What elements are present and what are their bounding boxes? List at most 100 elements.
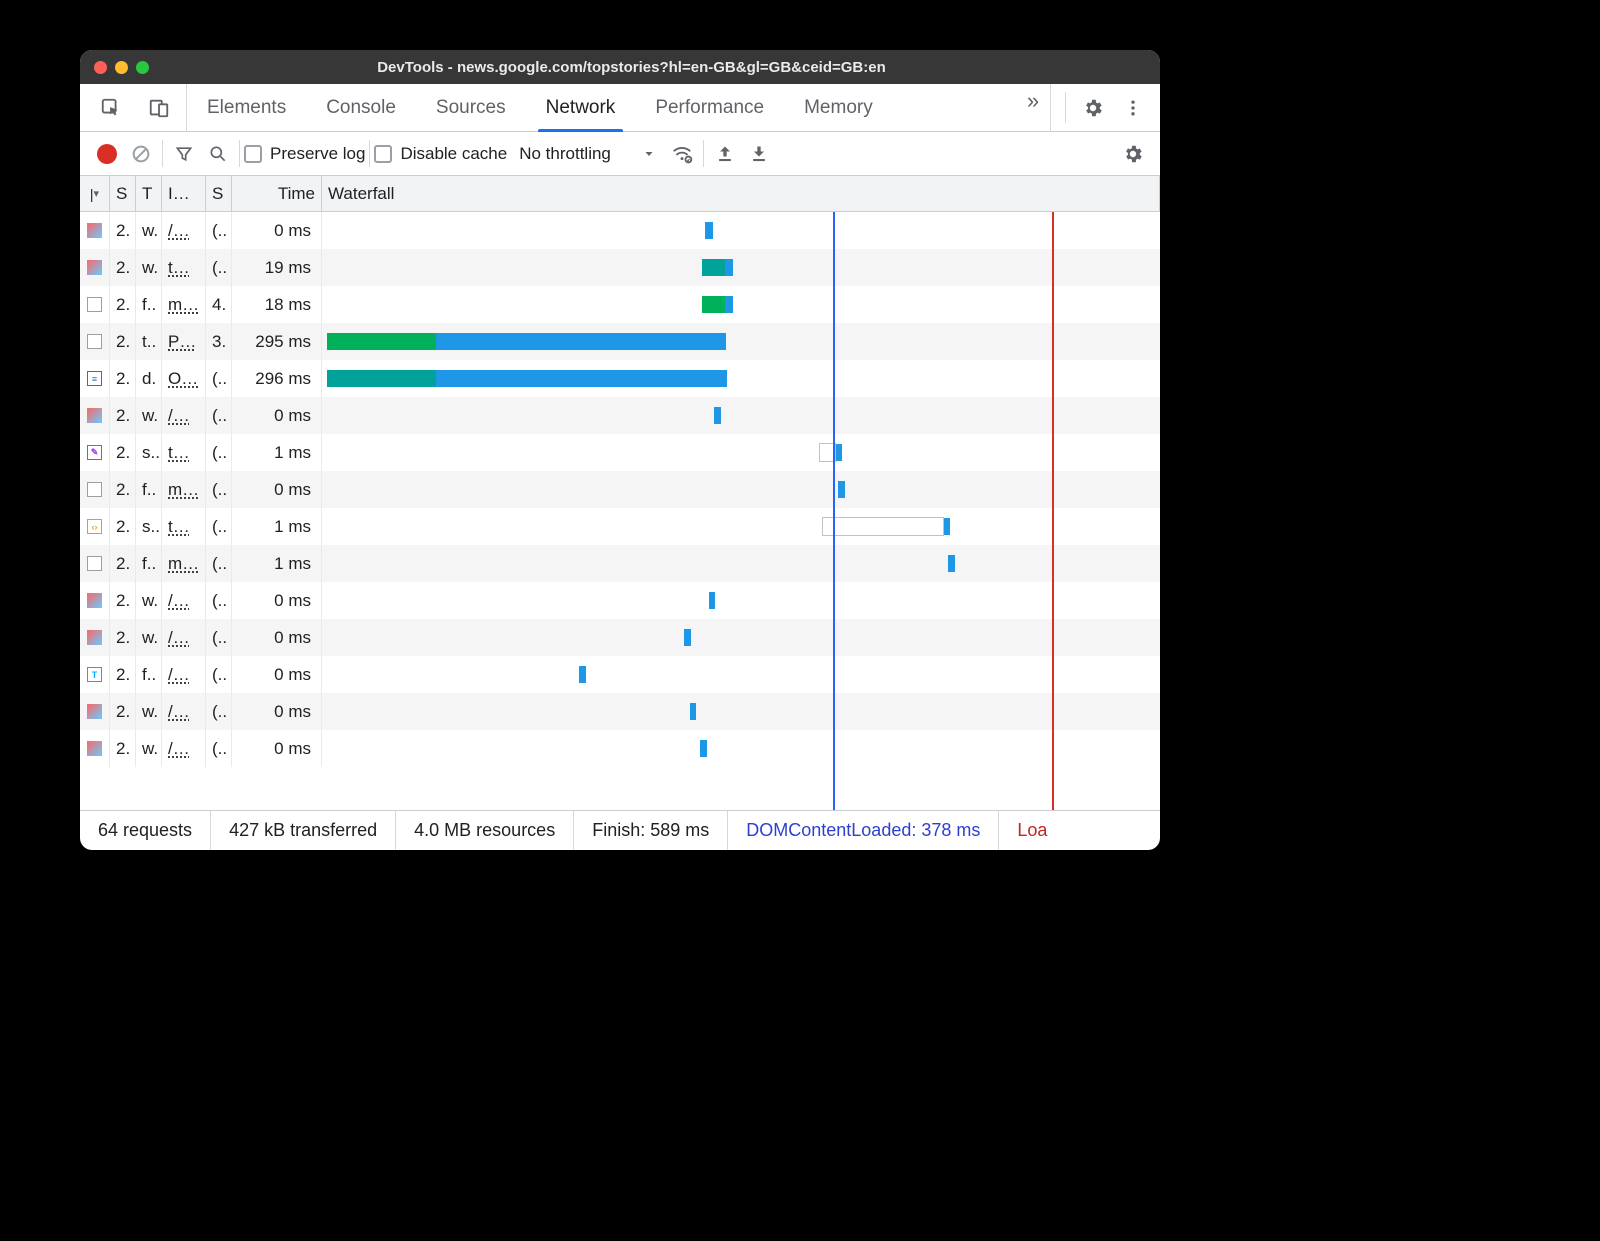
row-initiator: t… [162,508,206,545]
network-row[interactable]: 2.w./…(..0 ms [80,693,1160,730]
search-icon[interactable] [201,137,235,171]
row-icon [80,619,110,656]
more-panels-icon[interactable]: » [1016,84,1050,118]
panel-tab-network[interactable]: Network [526,84,636,131]
img-file-icon [87,260,102,275]
column-type[interactable]: T [136,176,162,211]
panel-tab-sources[interactable]: Sources [416,84,526,131]
network-row[interactable]: T2.f../…(..0 ms [80,656,1160,693]
record-button[interactable] [90,137,124,171]
row-initiator: m… [162,471,206,508]
img-file-icon [87,223,102,238]
network-grid-header: |▾ S T I… S Time Waterfall [80,176,1160,212]
network-row[interactable]: 2.w./…(..0 ms [80,619,1160,656]
preserve-log-checkbox[interactable]: Preserve log [244,144,365,164]
row-waterfall [322,656,1160,693]
column-name[interactable]: |▾ [80,176,110,211]
row-size: 4. [206,286,232,323]
row-icon [80,323,110,360]
network-conditions-icon[interactable] [665,137,699,171]
network-row[interactable]: 2.w./…(..0 ms [80,582,1160,619]
network-row[interactable]: 2.w.t…(..19 ms [80,249,1160,286]
font-file-icon: T [87,667,102,682]
network-row[interactable]: 2.w./…(..0 ms [80,212,1160,249]
network-row[interactable]: ‹›2.s..t…(..1 ms [80,508,1160,545]
row-time: 0 ms [232,619,322,656]
row-size: 3. [206,323,232,360]
img-file-icon [87,593,102,608]
filter-icon[interactable] [167,137,201,171]
toggle-device-toolbar-icon[interactable] [142,91,176,125]
disable-cache-checkbox[interactable]: Disable cache [374,144,507,164]
network-row[interactable]: 2.f..m…4.18 ms [80,286,1160,323]
img-file-icon [87,630,102,645]
column-time[interactable]: Time [232,176,322,211]
img-file-icon [87,408,102,423]
row-status: 2. [110,619,136,656]
minimize-window-button[interactable] [115,61,128,74]
row-size: (.. [206,434,232,471]
empty-file-icon [87,556,102,571]
row-type: d. [136,360,162,397]
column-waterfall[interactable]: Waterfall [322,176,1160,211]
doc-file-icon: ≡ [87,371,102,386]
clear-icon[interactable] [124,137,158,171]
close-window-button[interactable] [94,61,107,74]
row-waterfall [322,286,1160,323]
status-domcontentloaded: DOMContentLoaded: 378 ms [728,811,999,850]
row-icon [80,582,110,619]
empty-file-icon [87,334,102,349]
network-settings-icon[interactable] [1116,137,1150,171]
row-waterfall [322,693,1160,730]
network-row[interactable]: 2.t..P…3.295 ms [80,323,1160,360]
row-status: 2. [110,545,136,582]
throttling-dropdown[interactable]: No throttling [519,144,655,164]
row-status: 2. [110,656,136,693]
panel-tab-console[interactable]: Console [306,84,416,131]
status-load: Loa [999,811,1065,850]
row-type: f.. [136,545,162,582]
network-row[interactable]: 2.f..m…(..0 ms [80,471,1160,508]
window-title: DevTools - news.google.com/topstories?hl… [163,59,1160,76]
column-status[interactable]: S [110,176,136,211]
row-status: 2. [110,693,136,730]
panel-tab-performance[interactable]: Performance [635,84,784,131]
download-har-icon[interactable] [742,137,776,171]
panel-tab-elements[interactable]: Elements [187,84,306,131]
row-time: 1 ms [232,545,322,582]
row-status: 2. [110,730,136,767]
row-initiator: /… [162,693,206,730]
kebab-menu-icon[interactable] [1116,91,1150,125]
row-size: (.. [206,545,232,582]
row-size: (.. [206,212,232,249]
zoom-window-button[interactable] [136,61,149,74]
network-row[interactable]: 2.w./…(..0 ms [80,730,1160,767]
network-row[interactable]: 2.f..m…(..1 ms [80,545,1160,582]
row-waterfall [322,397,1160,434]
row-size: (.. [206,693,232,730]
column-size[interactable]: S [206,176,232,211]
row-type: s.. [136,434,162,471]
network-row[interactable]: 2.w./…(..0 ms [80,397,1160,434]
row-time: 0 ms [232,730,322,767]
column-initiator[interactable]: I… [162,176,206,211]
disable-cache-label: Disable cache [400,144,507,164]
row-time: 0 ms [232,656,322,693]
panel-tab-memory[interactable]: Memory [784,84,893,131]
network-row[interactable]: ≡2.d.O…(..296 ms [80,360,1160,397]
preserve-log-label: Preserve log [270,144,365,164]
row-type: w. [136,249,162,286]
row-icon [80,249,110,286]
network-row[interactable]: ✎2.s..t…(..1 ms [80,434,1160,471]
row-type: w. [136,582,162,619]
row-status: 2. [110,286,136,323]
row-icon [80,545,110,582]
row-waterfall [322,582,1160,619]
row-size: (.. [206,249,232,286]
img-file-icon [87,741,102,756]
settings-icon[interactable] [1076,91,1110,125]
inspect-element-icon[interactable] [94,91,128,125]
css-file-icon: ✎ [87,445,102,460]
upload-har-icon[interactable] [708,137,742,171]
row-icon [80,730,110,767]
